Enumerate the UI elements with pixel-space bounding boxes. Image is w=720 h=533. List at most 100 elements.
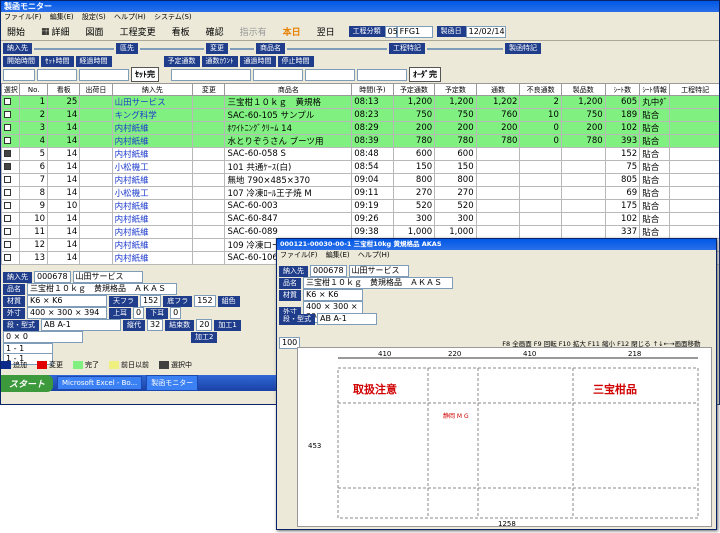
process-note-field[interactable] bbox=[427, 47, 503, 50]
bundle-value: 20 bbox=[196, 319, 213, 331]
set-time-field[interactable] bbox=[37, 68, 77, 81]
legend-swatch bbox=[73, 361, 83, 369]
cell-count: 780 bbox=[475, 134, 521, 148]
col-header[interactable]: 通数 bbox=[475, 83, 521, 96]
instruction-button[interactable]: 指示有 bbox=[238, 24, 269, 39]
row-checkbox[interactable] bbox=[1, 238, 21, 252]
row-checkbox[interactable] bbox=[1, 199, 21, 213]
start-menu-button[interactable]: スタート bbox=[1, 374, 54, 392]
menu-settings[interactable]: 設定(S) bbox=[82, 13, 106, 21]
col-header[interactable]: 選択 bbox=[1, 83, 21, 96]
drawing-menu-edit[interactable]: 編集(E) bbox=[326, 251, 350, 259]
cell-no: 1 bbox=[19, 95, 49, 109]
col-header[interactable]: 不良通数 bbox=[519, 83, 562, 96]
box-drawing: 410 220 410 218 453 1258 取扱注意 三宝柑品 静岡 M … bbox=[297, 347, 712, 528]
table-row[interactable]: 4 14 内村紙維 水とりぞうさん ブーツ用 08:39 780 780 780 0 780 393… bbox=[1, 134, 719, 148]
menu-file[interactable]: ファイル(F) bbox=[4, 13, 42, 21]
dest2-filter-field[interactable] bbox=[140, 47, 204, 50]
table-row[interactable]: 9 10 内村紙維 SAC-60-003 09:19 520 520 175 貼合 bbox=[1, 199, 719, 213]
cell-bad: 2 bbox=[519, 95, 562, 109]
seam-value: 32 bbox=[147, 319, 164, 331]
drawing-button[interactable]: 図面 bbox=[84, 24, 106, 39]
cell-ship bbox=[79, 160, 113, 174]
filter-row-2: 開始時間 ｾｯﾄ時間 経過時間 予定通数 通数ｶｳﾝﾄ 通過時間 停止時間 bbox=[3, 56, 314, 67]
elapsed-time-field[interactable] bbox=[79, 68, 129, 81]
table-row[interactable]: 1 25 山田サービス 三宝柑１０ｋｇ 黄規格 08:13 1,200 1,200 1,202… bbox=[1, 95, 719, 109]
col-header[interactable]: 製品数 bbox=[560, 83, 606, 96]
tomorrow-button[interactable]: 翌日 bbox=[315, 24, 337, 39]
menu-help[interactable]: ヘルプ(H) bbox=[114, 13, 146, 21]
product-filter-field[interactable] bbox=[287, 47, 387, 50]
process-code-field[interactable]: 05 bbox=[384, 25, 398, 38]
col-header[interactable]: ｼｰﾄ数 bbox=[604, 83, 641, 96]
detail-label: 詳細 bbox=[51, 28, 70, 38]
cell-ship bbox=[79, 173, 113, 187]
start-time-field[interactable] bbox=[3, 68, 35, 81]
cell-empty bbox=[192, 160, 226, 174]
table-row[interactable]: 6 14 小松機工 101 共通ｹｰｽ(白) 08:54 150 150 75 貼合 bbox=[1, 160, 719, 174]
plan-count-field[interactable] bbox=[171, 68, 251, 81]
table-row[interactable]: 7 14 内村紙維 無地 790×485×370 09:04 800 800 805 貼合 bbox=[1, 173, 719, 187]
row-checkbox[interactable] bbox=[1, 212, 21, 226]
row-checkbox[interactable] bbox=[1, 160, 21, 174]
row-checkbox[interactable] bbox=[1, 173, 21, 187]
table-row[interactable]: 2 14 キング科学 SAC-60-105 サンプル 08:23 750 750 760 10 7… bbox=[1, 108, 719, 122]
drawing-menu-help[interactable]: ヘルプ(H) bbox=[358, 251, 390, 259]
task-monitor[interactable]: 製函モニター bbox=[146, 375, 199, 391]
row-checkbox[interactable] bbox=[1, 121, 21, 135]
cell-plan: 300 bbox=[392, 212, 436, 226]
confirm-button[interactable]: 確認 bbox=[204, 24, 226, 39]
row-checkbox[interactable] bbox=[1, 134, 21, 148]
count-field[interactable] bbox=[253, 68, 303, 81]
process-change-button[interactable]: 工程変更 bbox=[118, 24, 158, 39]
table-row[interactable]: 11 14 内村紙維 SAC-60-089 09:38 1,000 1,000 337 貼合 bbox=[1, 225, 719, 239]
col-header[interactable]: 看板 bbox=[47, 83, 81, 96]
cell-info: 貼合 bbox=[639, 186, 671, 200]
change-filter-field[interactable] bbox=[230, 47, 254, 50]
table-row[interactable]: 8 14 小松機工 107 冷凍ﾛｰﾙ王子焼 M 09:11 270 270 69 貼合 bbox=[1, 186, 719, 200]
col-header[interactable]: 変更 bbox=[192, 83, 226, 96]
start-button[interactable]: 開始 bbox=[5, 24, 27, 39]
pass-time-field[interactable] bbox=[305, 68, 355, 81]
menu-system[interactable]: システム(S) bbox=[154, 13, 192, 21]
process-name-field[interactable]: FFG1 bbox=[396, 25, 433, 38]
today-button[interactable]: 本日 bbox=[281, 24, 303, 39]
checkbox-icon bbox=[4, 176, 11, 183]
col-header[interactable]: 予定通数 bbox=[392, 83, 436, 96]
cell-count bbox=[475, 173, 521, 187]
date-field[interactable]: 12/02/14 bbox=[465, 25, 506, 38]
cell-kanban: 14 bbox=[47, 173, 81, 187]
col-header[interactable]: 工程特記 bbox=[669, 83, 719, 96]
cell-no: 7 bbox=[19, 173, 49, 187]
col-header[interactable]: No. bbox=[19, 83, 49, 96]
drawing-form: AB A-1 bbox=[317, 313, 377, 325]
col-header[interactable]: 納入先 bbox=[111, 83, 194, 96]
table-row[interactable]: 3 14 内村紙維 ﾎﾜｲﾄﾆﾝｸﾞｸﾘｰﾑ 14 08:29 200 200 200 0 200… bbox=[1, 121, 719, 135]
row-checkbox[interactable] bbox=[1, 251, 21, 265]
col-header[interactable]: 出荷日 bbox=[79, 83, 113, 96]
detail-button[interactable]: ▦ 詳細 bbox=[39, 24, 72, 39]
cell-bad bbox=[519, 225, 562, 239]
kanban-button[interactable]: 看板 bbox=[170, 24, 192, 39]
checkbox-icon bbox=[4, 215, 11, 222]
row-checkbox[interactable] bbox=[1, 147, 21, 161]
row-checkbox[interactable] bbox=[1, 225, 21, 239]
cell-empty bbox=[192, 121, 226, 135]
row-checkbox[interactable] bbox=[1, 186, 21, 200]
set-complete-button[interactable]: ｾｯﾄ完 bbox=[131, 67, 159, 82]
menu-edit[interactable]: 編集(E) bbox=[50, 13, 74, 21]
cell-pnum: 200 bbox=[434, 121, 477, 135]
order-complete-button[interactable]: ｵｰﾀﾞ完 bbox=[409, 67, 441, 82]
col-header[interactable]: 商品名 bbox=[224, 83, 353, 96]
drawing-menu-file[interactable]: ファイル(F) bbox=[280, 251, 318, 259]
task-excel[interactable]: Microsoft Excel - Bo... bbox=[57, 376, 143, 390]
stop-time-field[interactable] bbox=[357, 68, 407, 81]
table-row[interactable]: 5 14 内村紙維 SAC-60-058 S 08:48 600 600 152 貼合 bbox=[1, 147, 719, 161]
dest-filter-field[interactable] bbox=[34, 47, 114, 50]
col-header[interactable]: 時間(予) bbox=[351, 83, 394, 96]
col-header[interactable]: 予定数 bbox=[434, 83, 477, 96]
row-checkbox[interactable] bbox=[1, 95, 21, 109]
row-checkbox[interactable] bbox=[1, 108, 21, 122]
table-row[interactable]: 10 14 内村紙維 SAC-60-847 09:26 300 300 102 貼合 bbox=[1, 212, 719, 226]
col-header[interactable]: ｼｰﾄ情報 bbox=[639, 83, 671, 96]
